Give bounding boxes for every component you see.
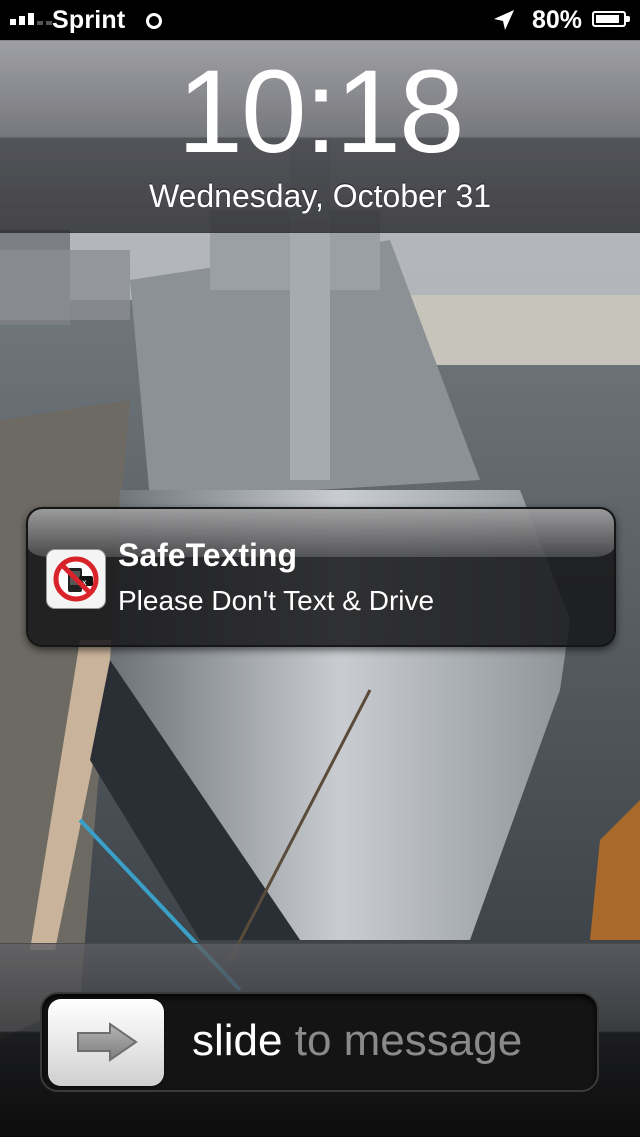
slider-label-slide: slide	[192, 1016, 283, 1065]
no-texting-icon: x	[46, 549, 106, 609]
slide-to-message-slider[interactable]: slide to message	[40, 992, 599, 1092]
clock-time: 10:18	[177, 46, 464, 178]
arrow-right-icon	[77, 1022, 138, 1062]
status-bar: Sprint 80%	[0, 0, 640, 40]
clock-panel: 10:18 Wednesday, October 31	[0, 40, 640, 233]
signal-icon	[10, 13, 52, 25]
notification-message: Please Don't Text & Drive	[118, 585, 435, 616]
notification-gloss	[28, 509, 614, 557]
slider-label: slide to message	[192, 1016, 522, 1066]
carrier-name: Sprint	[52, 6, 126, 34]
activity-icon	[146, 13, 162, 29]
slider-knob[interactable]	[48, 999, 164, 1086]
unlock-panel: slide to message	[0, 943, 640, 1137]
clock-date: Wednesday, October 31	[148, 178, 492, 214]
notification-app-name: SafeTexting	[118, 537, 297, 573]
slider-label-to-message: to message	[282, 1016, 523, 1065]
notification-banner[interactable]: x SafeTexting Please Don't Text & Drive	[26, 507, 616, 647]
battery-percent: 80%	[532, 6, 583, 34]
location-icon	[494, 10, 514, 30]
battery-icon	[592, 11, 630, 27]
